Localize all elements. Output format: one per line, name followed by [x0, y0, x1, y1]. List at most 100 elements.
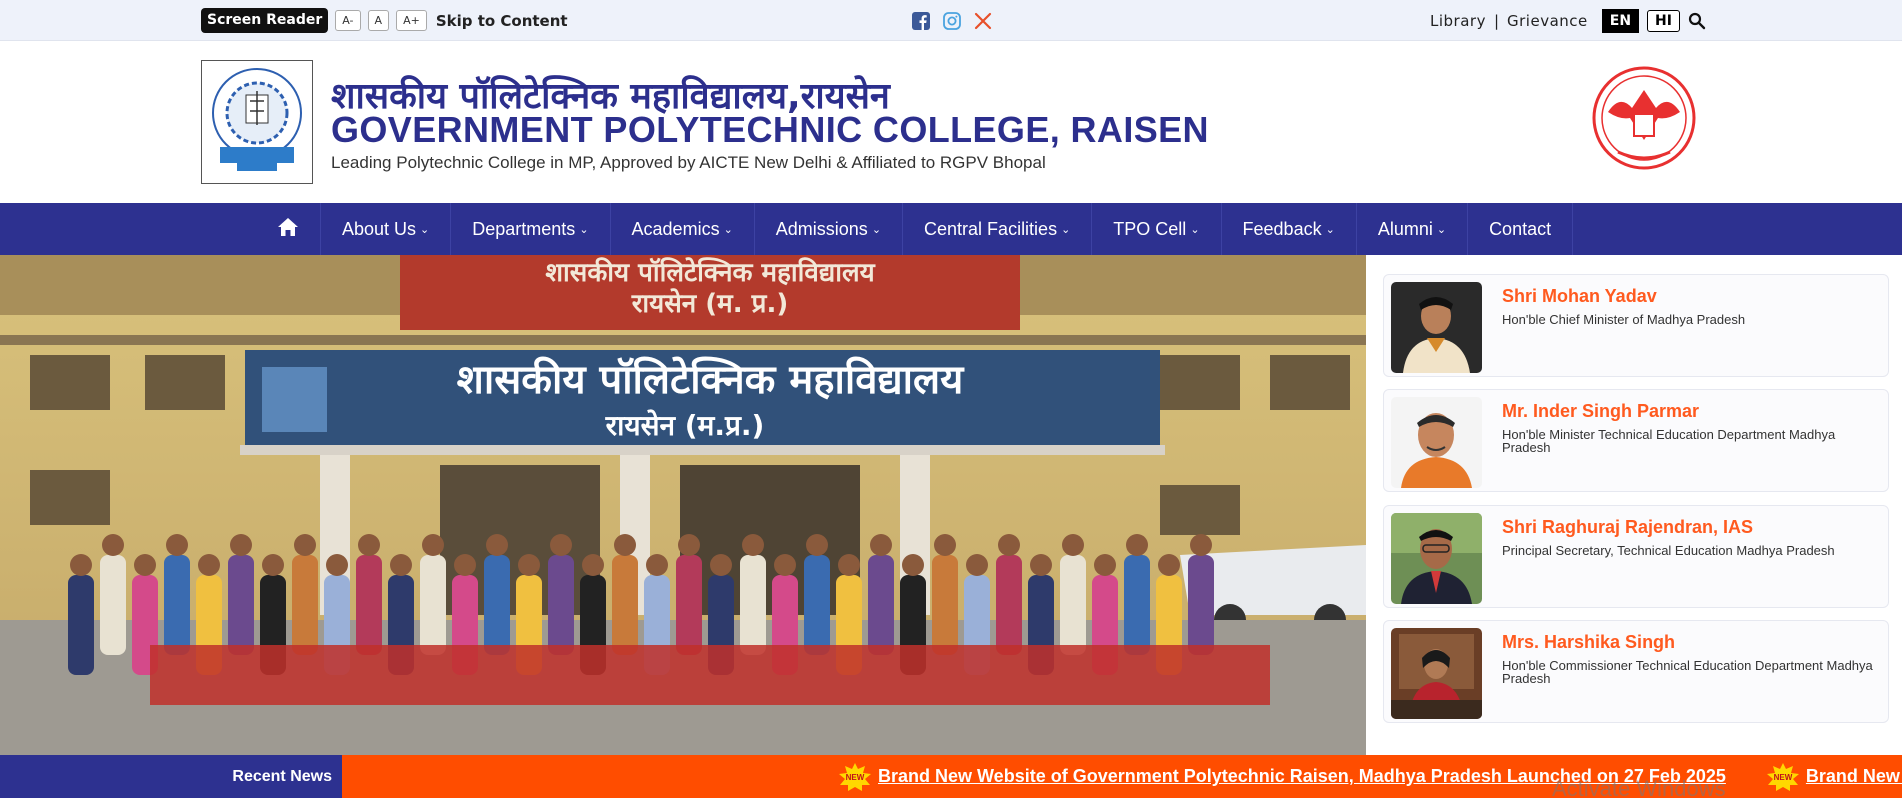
hero-person-head	[358, 534, 380, 556]
recent-news-label: Recent News	[0, 755, 342, 798]
font-increase-button[interactable]: A+	[396, 10, 427, 31]
hero-person-head	[1126, 534, 1148, 556]
dignitary-card[interactable]: Shri Raghuraj Rajendran, IAS Principal S…	[1383, 505, 1889, 608]
new-badge-label: NEW	[846, 773, 865, 782]
dignitary-photo	[1391, 282, 1482, 373]
dignitary-role: Hon'ble Commissioner Technical Education…	[1502, 658, 1873, 686]
hero-person-head	[454, 554, 476, 576]
search-icon[interactable]	[1688, 12, 1706, 30]
nav-tpo-cell[interactable]: TPO Cell ⌄	[1092, 203, 1222, 255]
nav-central-facilities[interactable]: Central Facilities ⌄	[903, 203, 1093, 255]
new-badge-icon: NEW	[838, 762, 872, 791]
screen-reader-button[interactable]: Screen Reader	[201, 8, 329, 33]
state-emblem-logo	[1588, 64, 1700, 180]
hero-person	[356, 555, 382, 655]
dignitary-photo	[1391, 628, 1482, 719]
hero-sign-main-line2: रायसेन (म.प्र.)	[605, 409, 765, 442]
hero-sign-top-line2: रायसेन (म. प्र.)	[631, 288, 788, 319]
hero-person-head	[1158, 554, 1180, 576]
hero-person-head	[230, 534, 252, 556]
chevron-down-icon: ⌄	[871, 223, 882, 236]
nav-contact[interactable]: Contact	[1468, 203, 1574, 255]
hero-person-head	[934, 534, 956, 556]
news-item-link[interactable]: Brand New Website of Government Polytech…	[1806, 766, 1902, 787]
hero-person	[420, 555, 446, 655]
dignitary-name: Mr. Inder Singh Parmar	[1502, 401, 1700, 421]
hero-person	[612, 555, 638, 655]
instagram-icon[interactable]	[942, 11, 961, 30]
font-normal-button[interactable]: A	[367, 10, 390, 31]
hero-person-head	[806, 534, 828, 556]
nav-academics[interactable]: Academics ⌄	[611, 203, 755, 255]
social-links	[911, 11, 992, 30]
hero-slider-image[interactable]: शासकीय पॉलिटेक्निक महाविद्यालय रायसेन (म…	[0, 255, 1366, 755]
skip-to-content-link[interactable]: Skip to Content	[436, 12, 568, 30]
hero-person-head	[678, 534, 700, 556]
hero-person	[868, 555, 894, 655]
hero-person	[228, 555, 254, 655]
hero-person-head	[742, 534, 764, 556]
home-nav-button[interactable]	[255, 203, 321, 255]
new-badge-icon: NEW	[1766, 762, 1800, 791]
nav-about-us[interactable]: About Us ⌄	[321, 203, 452, 255]
dignitary-card[interactable]: Mr. Inder Singh Parmar Hon'ble Minister …	[1383, 389, 1889, 492]
main-navigation: About Us ⌄ Departments ⌄ Academics ⌄ Admiss…	[0, 203, 1902, 255]
college-logo[interactable]	[201, 60, 313, 184]
hero-sign-main-line1: शासकीय पॉलिटेक्निक महाविद्यालय	[457, 356, 965, 403]
hero-person-head	[486, 534, 508, 556]
os-activation-watermark: Activate Windows	[1552, 776, 1726, 801]
x-twitter-icon[interactable]	[973, 11, 992, 30]
hero-person-head	[582, 554, 604, 576]
hero-person	[740, 555, 766, 655]
hero-person-head	[838, 554, 860, 576]
chevron-down-icon: ⌄	[579, 223, 589, 236]
dignitary-name: Mrs. Harshika Singh	[1502, 632, 1676, 652]
dignitary-card[interactable]: Mrs. Harshika Singh Hon'ble Commissioner…	[1383, 620, 1889, 723]
hero-person-head	[646, 554, 668, 576]
new-badge-label: NEW	[1774, 773, 1793, 782]
separator: |	[1493, 11, 1500, 30]
language-en-button[interactable]: EN	[1601, 8, 1640, 33]
nav-admissions[interactable]: Admissions ⌄	[755, 203, 904, 255]
hero-person-head	[390, 554, 412, 576]
hero-person	[100, 555, 126, 655]
chevron-down-icon: ⌄	[1436, 223, 1447, 236]
hero-person-head	[518, 554, 540, 576]
news-marquee: NEW Brand New Website of Government Poly…	[838, 755, 1902, 798]
hero-person	[1124, 555, 1150, 655]
dignitary-role: Hon'ble Minister Technical Education Dep…	[1502, 427, 1836, 455]
home-icon	[277, 217, 299, 242]
hero-person	[548, 555, 574, 655]
chevron-down-icon: ⌄	[1061, 223, 1071, 236]
language-hi-button[interactable]: HI	[1647, 9, 1680, 32]
hero-person-head	[998, 534, 1020, 556]
chevron-down-icon: ⌄	[420, 223, 430, 236]
hero-person	[1060, 555, 1086, 655]
chevron-down-icon: ⌄	[1190, 223, 1200, 236]
library-link[interactable]: Library	[1430, 12, 1486, 30]
dignitary-photo	[1391, 397, 1482, 488]
accessibility-controls: Screen Reader A- A A+ Skip to Content	[201, 7, 568, 34]
college-tagline: Leading Polytechnic College in MP, Appro…	[331, 153, 1046, 172]
font-decrease-button[interactable]: A-	[335, 10, 361, 31]
nav-departments[interactable]: Departments ⌄	[451, 203, 611, 255]
nav-feedback[interactable]: Feedback ⌄	[1222, 203, 1357, 255]
hero-person-head	[422, 534, 444, 556]
dignitary-card[interactable]: Shri Mohan Yadav Hon'ble Chief Minister …	[1383, 274, 1889, 377]
hero-person-head	[134, 554, 156, 576]
hero-person-head	[1094, 554, 1116, 576]
hero-person	[996, 555, 1022, 655]
hero-person	[68, 575, 94, 675]
dignitary-name: Shri Raghuraj Rajendran, IAS	[1502, 517, 1754, 537]
hero-person-head	[774, 554, 796, 576]
nav-alumni[interactable]: Alumni ⌄	[1357, 203, 1469, 255]
hero-person-head	[102, 534, 124, 556]
chevron-down-icon: ⌄	[723, 223, 733, 236]
grievance-link[interactable]: Grievance	[1507, 12, 1588, 30]
hero-person-head	[70, 554, 92, 576]
hero-person-head	[166, 534, 188, 556]
dignitary-name: Shri Mohan Yadav	[1502, 286, 1657, 306]
facebook-icon[interactable]	[911, 11, 930, 30]
hero-person	[676, 555, 702, 655]
hero-person	[804, 555, 830, 655]
